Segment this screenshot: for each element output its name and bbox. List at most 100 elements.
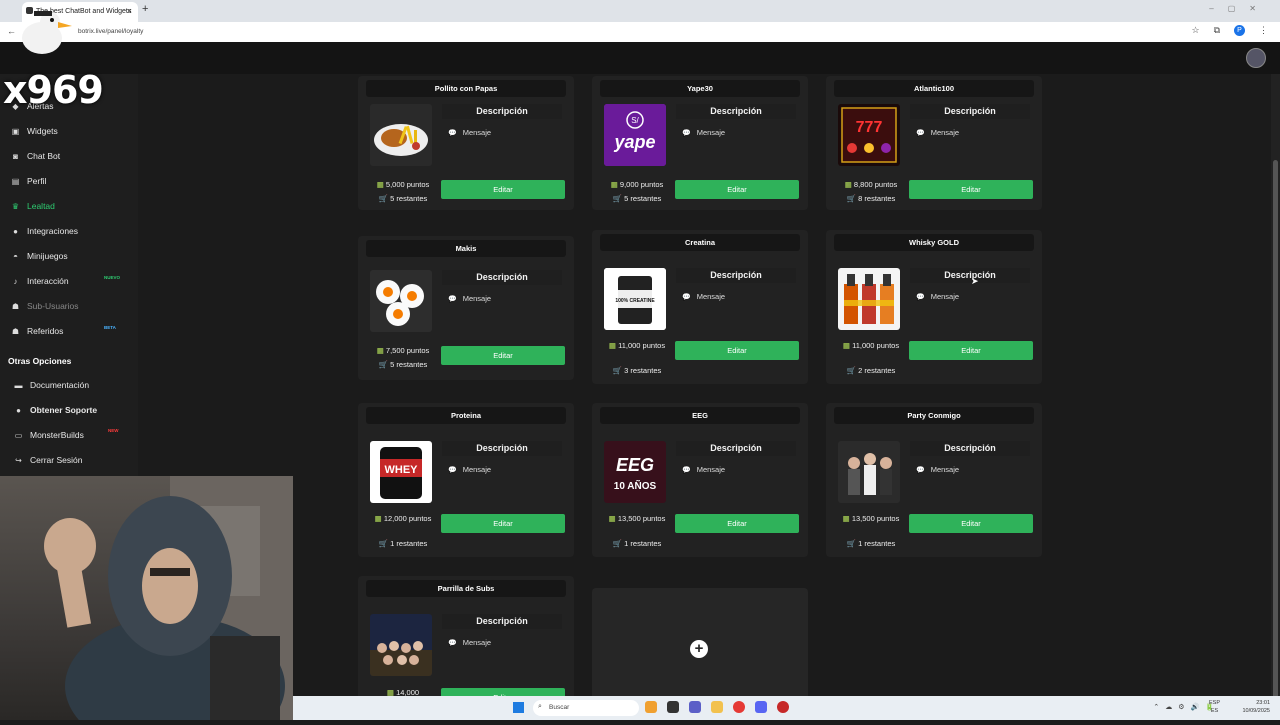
edit-button[interactable]: Editar (675, 180, 799, 199)
logout-icon: ↪ (15, 455, 22, 465)
reward-card: Whisky GOLD Descripción 💬 Mensaje ▦ 11,00… (826, 230, 1042, 384)
message-row: 💬 Mensaje (448, 465, 492, 474)
message-row: 💬 Mensaje (916, 465, 960, 474)
reward-card: Atlantic100 777 Descripción 💬 Mensaje ▦ 8… (826, 76, 1042, 210)
reward-card: Party Conmigo Descripción 💬 Mensaje ▦ 13,… (826, 403, 1042, 557)
edit-button[interactable]: Editar (909, 180, 1033, 199)
message-row: 💬 Mensaje (448, 128, 492, 137)
sidebar-item-chatbot[interactable]: ◙ Chat Bot (11, 146, 60, 166)
yape-badge-text: S/ (631, 116, 639, 125)
sidebar-item-integraciones[interactable]: ● Integraciones (11, 221, 78, 241)
chrome-app-icon[interactable] (733, 701, 745, 713)
edit-button[interactable]: Editar (441, 180, 565, 199)
terminal-app-icon[interactable] (667, 701, 679, 713)
reward-points: ▦ 11,000 puntos (608, 341, 666, 350)
description-title: Descripción (910, 268, 1030, 283)
message-row: 💬 Mensaje (682, 292, 726, 301)
document-icon: ▬ (14, 380, 23, 390)
message-row: 💬 Mensaje (682, 128, 726, 137)
lang-indicator: ESP (1208, 700, 1220, 706)
chat-bubble-icon: 💬 (448, 466, 457, 474)
reward-title: Atlantic100 (834, 80, 1034, 97)
discord-app-icon[interactable] (755, 701, 767, 713)
message-row: 💬 Mensaje (682, 465, 726, 474)
cart-icon: 🛒 (846, 366, 857, 375)
os-taskbar: ⌕ Buscar ⌃☁⚙🔊🔋 ESP ES 23:01 10/09/2025 (293, 696, 1280, 720)
edit-button[interactable]: Editar (675, 514, 799, 533)
monitor-icon: ▭ (14, 430, 23, 440)
coins-icon: ▦ (376, 180, 384, 189)
coins-icon: ▦ (608, 341, 616, 350)
sidebar-item-perfil[interactable]: ▤ Perfil (11, 171, 47, 191)
scrollbar-thumb[interactable] (1273, 160, 1278, 700)
scrollbar[interactable] (1271, 74, 1280, 700)
edit-button[interactable]: Editar (675, 341, 799, 360)
edit-button[interactable]: Editar (909, 514, 1033, 533)
profile-icon: ▤ (11, 176, 20, 186)
reward-image (370, 614, 432, 676)
sidebar-item-cerrar-sesion[interactable]: ↪ Cerrar Sesión (14, 450, 82, 470)
reward-remaining: 🛒 1 restantes (612, 539, 662, 548)
reward-points: ▦ 13,500 puntos (608, 514, 666, 523)
description-title: Descripción (910, 104, 1030, 119)
plus-circle-icon[interactable]: + (690, 640, 708, 658)
reward-image: 100% CREATINE (604, 268, 666, 330)
reward-points: ▦ 7,500 puntos (376, 346, 430, 355)
reward-card: Proteina WHEY Descripción 💬 Mensaje ▦ 12,… (358, 403, 574, 557)
puzzle-icon: ▣ (11, 126, 20, 136)
eeg-subtitle-text: 10 AÑOS (614, 479, 657, 492)
reward-title: Pollito con Papas (366, 80, 566, 97)
copilot-app-icon[interactable] (689, 701, 701, 713)
reward-remaining: 🛒 3 restantes (612, 366, 662, 375)
chat-bubble-icon: 💬 (448, 639, 457, 647)
description-title: Descripción (442, 441, 562, 456)
reward-points: ▦ 8,800 puntos (844, 180, 898, 189)
profile-icon[interactable]: P (1234, 25, 1245, 36)
reward-title: Creatina (600, 234, 800, 251)
windows-start-icon[interactable] (513, 702, 524, 713)
sidebar-item-referidos[interactable]: ☗ Referidos (11, 321, 63, 341)
reward-points: ▦ 9,000 puntos (610, 180, 664, 189)
gamepad-icon: ◓ (13, 251, 18, 261)
reward-points: ▦ 5,000 puntos (376, 180, 430, 189)
mouse-cursor-icon: ➤ (971, 276, 979, 286)
chat-bubble-icon: 💬 (682, 293, 691, 301)
reward-title: Whisky GOLD (834, 234, 1034, 251)
menu-dots-icon[interactable]: ⋮ (1259, 25, 1268, 36)
user-avatar[interactable] (1246, 48, 1266, 68)
sidebar-item-monsterbuilds[interactable]: ▭ MonsterBuilds (14, 425, 84, 445)
sidebar-item-interaccion[interactable]: ♪ Interacción (11, 271, 69, 291)
sidebar-item-soporte[interactable]: ● Obtener Soporte (14, 400, 97, 420)
sidebar-item-subusuarios[interactable]: ☗ Sub-Usuarios (11, 296, 79, 316)
chat-bubble-icon: 💬 (916, 293, 925, 301)
star-icon[interactable]: ☆ (1191, 25, 1199, 36)
sidebar-item-widgets[interactable]: ▣ Widgets (11, 121, 58, 141)
new-tab-icon[interactable]: + (142, 3, 148, 15)
extensions-icon[interactable]: ⧉ (1214, 25, 1220, 36)
sidebar-item-minijuegos[interactable]: ◓ Minijuegos (11, 246, 68, 266)
app-icon[interactable] (777, 701, 789, 713)
add-reward-card[interactable]: + (592, 588, 808, 708)
edit-button[interactable]: Editar (909, 341, 1033, 360)
reward-remaining: 🛒 5 restantes (612, 194, 662, 203)
description-title: Descripción (442, 270, 562, 285)
window-controls[interactable]: –▢✕ (1209, 4, 1270, 13)
app-header (0, 42, 1280, 74)
edit-button[interactable]: Editar (441, 514, 565, 533)
sidebar-item-lealtad[interactable]: ♛ Lealtad (11, 196, 55, 216)
lang-indicator-sub: ES (1210, 708, 1219, 714)
close-tab-icon[interactable]: × (127, 6, 132, 16)
taskbar-search[interactable]: ⌕ Buscar (533, 700, 639, 716)
cart-icon: 🛒 (378, 539, 389, 548)
reward-remaining: 🛒 8 restantes (846, 194, 896, 203)
clock-time: 23:01 (1256, 700, 1270, 706)
creatine-label-text: 100% CREATINE (615, 298, 655, 304)
explorer-app-icon[interactable] (711, 701, 723, 713)
widget-app-icon[interactable] (645, 701, 657, 713)
cart-icon: 🛒 (378, 194, 389, 203)
edit-button[interactable]: Editar (441, 346, 565, 365)
system-clock[interactable]: ESP ES 23:01 10/09/2025 (1209, 699, 1270, 715)
reward-image (838, 268, 900, 330)
reward-card: EEG EEG 10 AÑOS Descripción 💬 Mensaje ▦ 13… (592, 403, 808, 557)
sidebar-item-documentacion[interactable]: ▬ Documentación (14, 375, 90, 395)
